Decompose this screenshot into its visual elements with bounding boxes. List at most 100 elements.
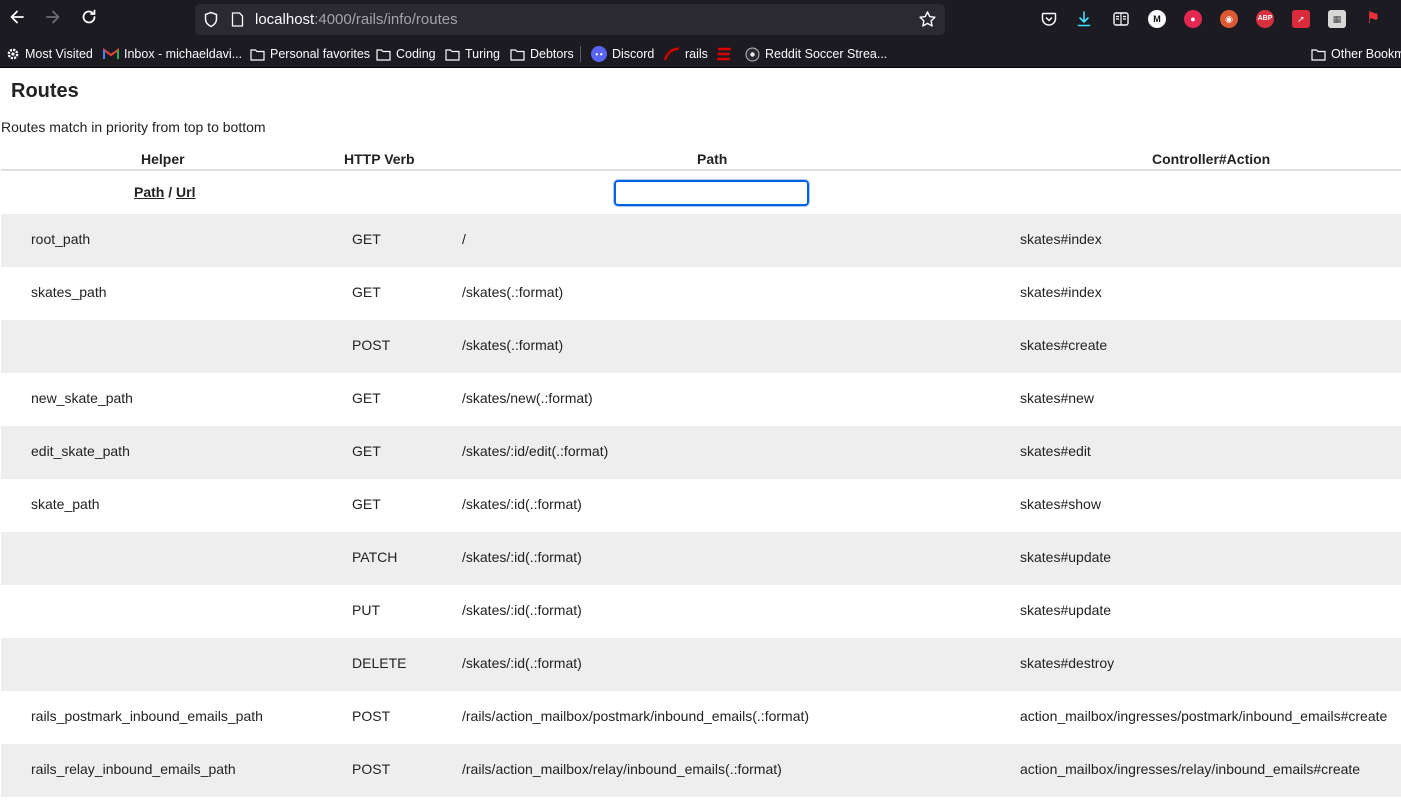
route-path: /skates(.:format) bbox=[462, 284, 564, 300]
flag-extension-icon[interactable]: ⚑ bbox=[1364, 10, 1382, 28]
table-row: edit_skate_path GET/skates/:id/edit(.:for… bbox=[1, 426, 1401, 479]
path-url-toggle: Path / Url bbox=[134, 184, 195, 200]
header-controller-action: Controller#Action bbox=[1152, 151, 1271, 167]
route-action: skates#edit bbox=[1020, 443, 1091, 459]
route-verb: DELETE bbox=[352, 655, 407, 671]
route-path: /skates/:id(.:format) bbox=[462, 602, 582, 618]
table-row: skate_path GET/skates/:id(.:format) skates… bbox=[1, 479, 1401, 532]
route-action: skates#new bbox=[1020, 390, 1094, 406]
forward-arrow-icon bbox=[46, 10, 60, 24]
table-row: root_path GET / skates#index bbox=[1, 214, 1401, 267]
bookmark-folder-personal-favorites[interactable]: Personal favorites bbox=[250, 45, 370, 63]
table-row: new_skate_path GET/skates/new(.:format) sk… bbox=[1, 373, 1401, 426]
table-row: PUT/skates/:id(.:format) skates#update bbox=[1, 585, 1401, 638]
bookmark-reddit-soccer[interactable]: Reddit Soccer Strea... bbox=[745, 45, 887, 63]
folder-icon bbox=[250, 48, 265, 61]
lock-extension-icon[interactable]: ● bbox=[1184, 10, 1202, 28]
url-host: localhost bbox=[255, 11, 315, 28]
back-button[interactable] bbox=[6, 8, 28, 30]
medium-extension-icon[interactable]: M bbox=[1148, 10, 1166, 28]
bookmark-folder-turing[interactable]: Turing bbox=[445, 45, 500, 63]
forward-button[interactable] bbox=[42, 8, 64, 30]
route-helper: edit_skate_path bbox=[31, 443, 130, 459]
route-path: /skates/new(.:format) bbox=[462, 390, 593, 406]
route-verb: GET bbox=[352, 390, 381, 406]
highlighter-extension-icon[interactable]: ➚ bbox=[1292, 10, 1310, 28]
toggle-separator: / bbox=[164, 184, 177, 200]
route-verb: POST bbox=[352, 337, 391, 353]
route-search-input[interactable] bbox=[613, 179, 810, 207]
route-path: /rails/action_mailbox/postmark/inbound_e… bbox=[462, 708, 810, 724]
route-verb: GET bbox=[352, 443, 381, 459]
reload-button[interactable] bbox=[78, 8, 100, 30]
folder-icon bbox=[1311, 48, 1326, 61]
route-action: action_mailbox/ingresses/relay/inbound_e… bbox=[1020, 761, 1361, 777]
url-toggle-link[interactable]: Url bbox=[176, 184, 195, 200]
bookmark-folder-coding[interactable]: Coding bbox=[376, 45, 436, 63]
route-action: action_mailbox/ingresses/postmark/inboun… bbox=[1020, 708, 1388, 724]
page-title: Routes bbox=[11, 80, 79, 102]
address-bar[interactable]: localhost:4000/rails/info/routes bbox=[195, 4, 945, 35]
route-helper: rails_relay_inbound_emails_path bbox=[31, 761, 236, 777]
folder-icon bbox=[376, 48, 391, 61]
url-text[interactable]: localhost:4000/rails/info/routes bbox=[255, 11, 458, 28]
browser-toolbar: localhost:4000/rails/info/routes M ● ◉ A… bbox=[0, 0, 1401, 40]
bookmark-inbox[interactable]: Inbox - michaeldavi... bbox=[103, 45, 242, 63]
gmail-icon bbox=[103, 48, 119, 59]
adblock-plus-icon[interactable]: ABP bbox=[1256, 10, 1274, 28]
reload-icon bbox=[82, 9, 96, 24]
page-info-icon[interactable] bbox=[231, 12, 244, 27]
bookmark-most-visited[interactable]: Most Visited bbox=[6, 45, 93, 63]
routes-table: Helper HTTP Verb Path Controller#Action … bbox=[1, 145, 1401, 797]
header-path: Path bbox=[697, 151, 728, 167]
route-path: /skates/:id(.:format) bbox=[462, 655, 582, 671]
route-helper: rails_postmark_inbound_emails_path bbox=[31, 708, 263, 724]
reader-view-icon[interactable] bbox=[1112, 10, 1130, 28]
route-verb: POST bbox=[352, 708, 391, 724]
discord-icon bbox=[591, 46, 607, 62]
route-action: skates#create bbox=[1020, 337, 1108, 353]
route-path: /skates(.:format) bbox=[462, 337, 564, 353]
route-path: /skates/:id(.:format) bbox=[462, 549, 582, 565]
route-verb: GET bbox=[352, 284, 381, 300]
route-helper: root_path bbox=[31, 231, 91, 247]
bookmark-star-icon[interactable] bbox=[918, 10, 937, 29]
route-verb: POST bbox=[352, 761, 391, 777]
table-row: rails_postmark_inbound_emails_path POST/r… bbox=[1, 691, 1401, 744]
route-helper: new_skate_path bbox=[31, 390, 133, 406]
download-icon[interactable] bbox=[1075, 10, 1093, 28]
route-verb: GET bbox=[352, 496, 381, 512]
bookmark-folder-other[interactable]: Other Bookmarks bbox=[1311, 45, 1401, 63]
header-http-verb: HTTP Verb bbox=[344, 151, 415, 167]
route-action: skates#destroy bbox=[1020, 655, 1115, 671]
table-row: rails_relay_inbound_emails_path POST/rail… bbox=[1, 744, 1401, 797]
screenshot-extension-icon[interactable]: ▦ bbox=[1328, 10, 1346, 28]
folder-icon bbox=[445, 48, 460, 61]
route-path: /skates/:id/edit(.:format) bbox=[462, 443, 609, 459]
route-action: skates#show bbox=[1020, 496, 1101, 512]
bookmark-folder-debtors[interactable]: Debtors bbox=[510, 45, 574, 63]
url-rest: :4000/rails/info/routes bbox=[314, 11, 458, 28]
table-row: PATCH/skates/:id(.:format) skates#update bbox=[1, 532, 1401, 585]
table-row: DELETE/skates/:id(.:format) skates#destro… bbox=[1, 638, 1401, 691]
soccer-ball-icon bbox=[745, 47, 760, 61]
bookmark-discord[interactable]: Discord bbox=[591, 45, 654, 63]
bookmark-espn[interactable] bbox=[716, 45, 732, 63]
bookmark-rails[interactable]: rails bbox=[664, 45, 708, 63]
pocket-icon[interactable] bbox=[1040, 10, 1058, 28]
path-toggle-link[interactable]: Path bbox=[134, 184, 164, 200]
espn-icon bbox=[717, 47, 731, 61]
route-path: /skates/:id(.:format) bbox=[462, 496, 582, 512]
table-header: Helper HTTP Verb Path Controller#Action bbox=[1, 145, 1401, 171]
route-verb: GET bbox=[352, 231, 381, 247]
route-action: skates#index bbox=[1020, 284, 1102, 300]
table-row: POST/skates(.:format) skates#create bbox=[1, 320, 1401, 373]
search-row: Path / Url bbox=[1, 171, 1401, 214]
route-helper: skate_path bbox=[31, 496, 100, 512]
route-rows: root_path GET / skates#index skates_path GET /… bbox=[1, 214, 1401, 797]
tracking-protection-shield-icon[interactable] bbox=[203, 11, 219, 28]
rails-icon bbox=[664, 47, 680, 61]
folder-icon bbox=[510, 48, 525, 61]
route-path: /rails/action_mailbox/relay/inbound_emai… bbox=[462, 761, 782, 777]
duckduckgo-icon[interactable]: ◉ bbox=[1220, 10, 1238, 28]
